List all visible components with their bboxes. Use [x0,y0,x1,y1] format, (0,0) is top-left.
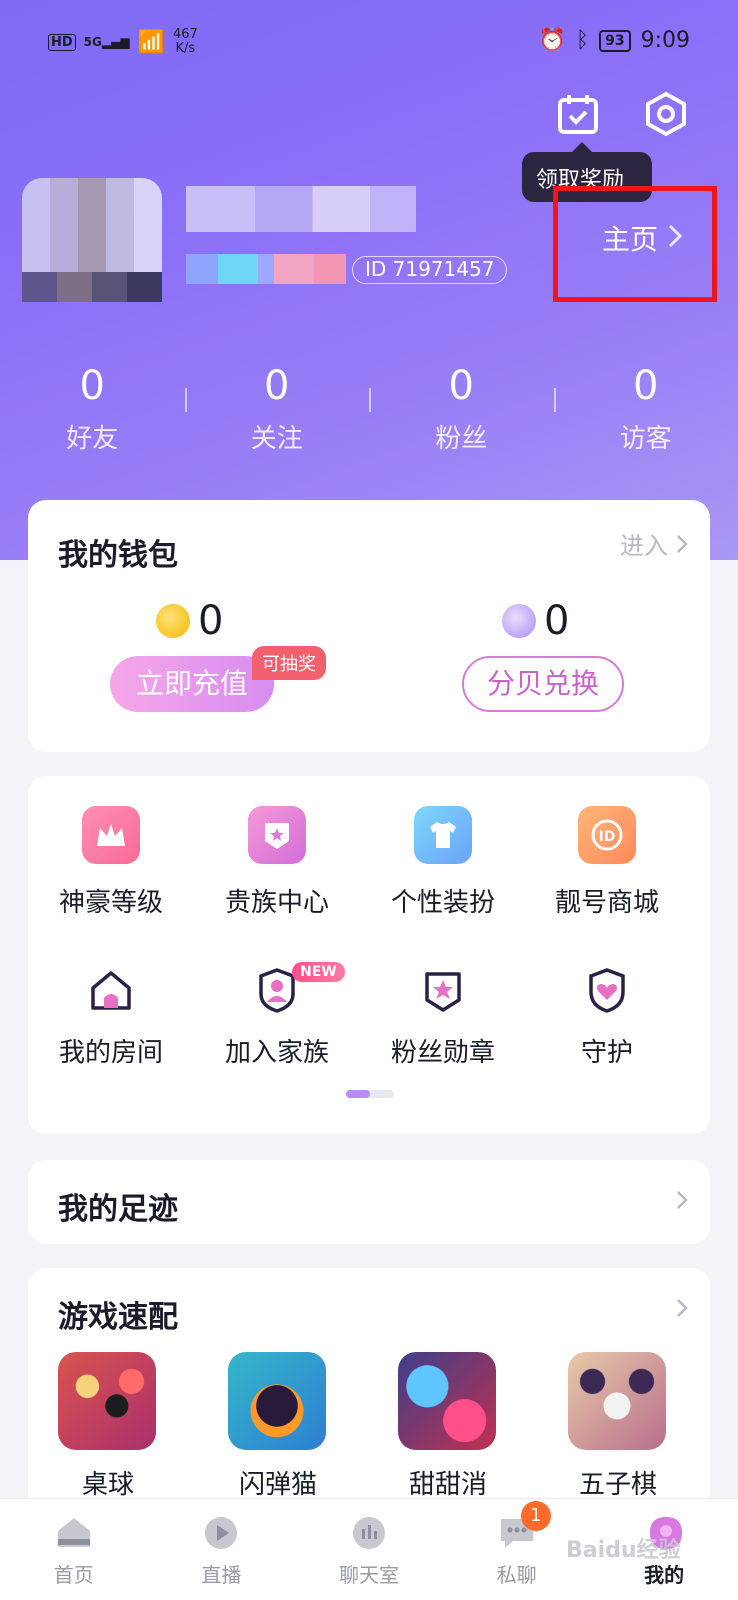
play-icon [201,1513,241,1553]
chevron-right-icon [677,534,688,553]
feature-vanity-id-store[interactable]: ID 靓号商城 [522,806,692,919]
feature-noble-center[interactable]: 贵族中心 [192,806,362,919]
purple-gem-icon [502,604,536,638]
page-indicator [346,1090,394,1098]
calendar-check-icon[interactable] [554,90,602,138]
feature-dress-up[interactable]: 个性装扮 [358,806,528,919]
bomb-cat-icon [228,1352,326,1450]
coin-balance: 0 [156,598,223,644]
wallet-enter-label: 进入 [620,532,668,560]
user-id: ID 71971457 [352,256,508,284]
feature-fan-medal[interactable]: 粉丝勋章 [358,966,528,1069]
house-icon [87,966,135,1014]
features-card: 神豪等级 贵族中心 个性装扮 ID 靓号商城 我的房间 NEW 加入家族 粉丝勋… [28,776,710,1134]
chevron-right-icon[interactable] [676,1298,688,1318]
badge-star-icon [248,806,306,864]
recharge-button[interactable]: 立即充值 [110,656,274,712]
exchange-button[interactable]: 分贝兑换 [462,656,624,712]
billiards-icon [58,1352,156,1450]
wallet-enter-link[interactable]: 进入 [620,526,688,561]
tab-live[interactable]: 直播 [148,1499,296,1600]
wallet-card: 我的钱包 进入 0 0 立即充值 可抽奖 分贝兑换 [28,500,710,752]
chatroom-icon [349,1513,389,1553]
star-medal-icon [419,966,467,1014]
hd-icon: HD [48,33,76,51]
crown-icon [82,806,140,864]
signal-icon: 5G▂▄▆ [83,35,130,49]
tab-chatroom[interactable]: 聊天室 [295,1499,443,1600]
games-title: 游戏速配 [58,1300,178,1335]
feature-join-family[interactable]: NEW 加入家族 [192,962,362,1069]
avatar-blur [22,272,162,302]
alarm-icon: ⏰ [538,28,566,53]
game-billiards[interactable]: 桌球 [58,1352,158,1501]
svg-text:ID: ID [599,829,616,845]
username-blurred [186,186,416,232]
wifi-icon: 📶 [137,29,165,55]
feature-wealth-level[interactable]: 神豪等级 [26,806,196,919]
gold-coin-icon [156,604,190,638]
gomoku-icon [568,1352,666,1450]
wallet-title: 我的钱包 [58,538,178,573]
sweet-match-icon [398,1352,496,1450]
heart-shield-icon [583,966,631,1014]
game-sweet-match[interactable]: 甜甜消 [398,1352,498,1501]
stat-friends[interactable]: 0 好友 [0,364,185,455]
highlight-box [553,186,717,302]
unread-badge: 1 [520,1501,551,1531]
bluetooth-icon: ᛒ [575,28,590,53]
status-bar: HD 5G▂▄▆ 📶 467 K/s ⏰ ᛒ 93 9:09 [0,22,738,62]
battery-icon: 93 [599,29,631,52]
lottery-badge: 可抽奖 [252,646,326,680]
feature-my-room[interactable]: 我的房间 [26,966,196,1069]
settings-hexagon-icon[interactable] [642,90,690,138]
footprint-title: 我的足迹 [58,1192,178,1227]
footprint-card[interactable]: 我的足迹 [28,1160,710,1244]
user-tags-blurred [186,254,346,284]
game-gomoku[interactable]: 五子棋 [568,1352,668,1501]
new-badge: NEW [292,962,345,982]
home-icon [54,1513,94,1553]
game-bomb-cat[interactable]: 闪弹猫 [228,1352,328,1501]
shell-balance: 0 [502,598,569,644]
feature-guard[interactable]: 守护 [522,966,692,1069]
watermark: Baidu经验 [566,1538,681,1563]
stat-visitors[interactable]: 0 访客 [553,364,738,455]
clock: 9:09 [640,28,690,53]
tshirt-icon [414,806,472,864]
stat-fans[interactable]: 0 粉丝 [369,364,554,455]
id-icon: ID [578,806,636,864]
tab-home[interactable]: 首页 [0,1499,148,1600]
chevron-right-icon [676,1190,688,1210]
network-speed: 467 K/s [172,27,198,56]
stats-row: 0 好友 0 关注 0 粉丝 0 访客 [0,364,738,455]
stat-following[interactable]: 0 关注 [184,364,370,455]
